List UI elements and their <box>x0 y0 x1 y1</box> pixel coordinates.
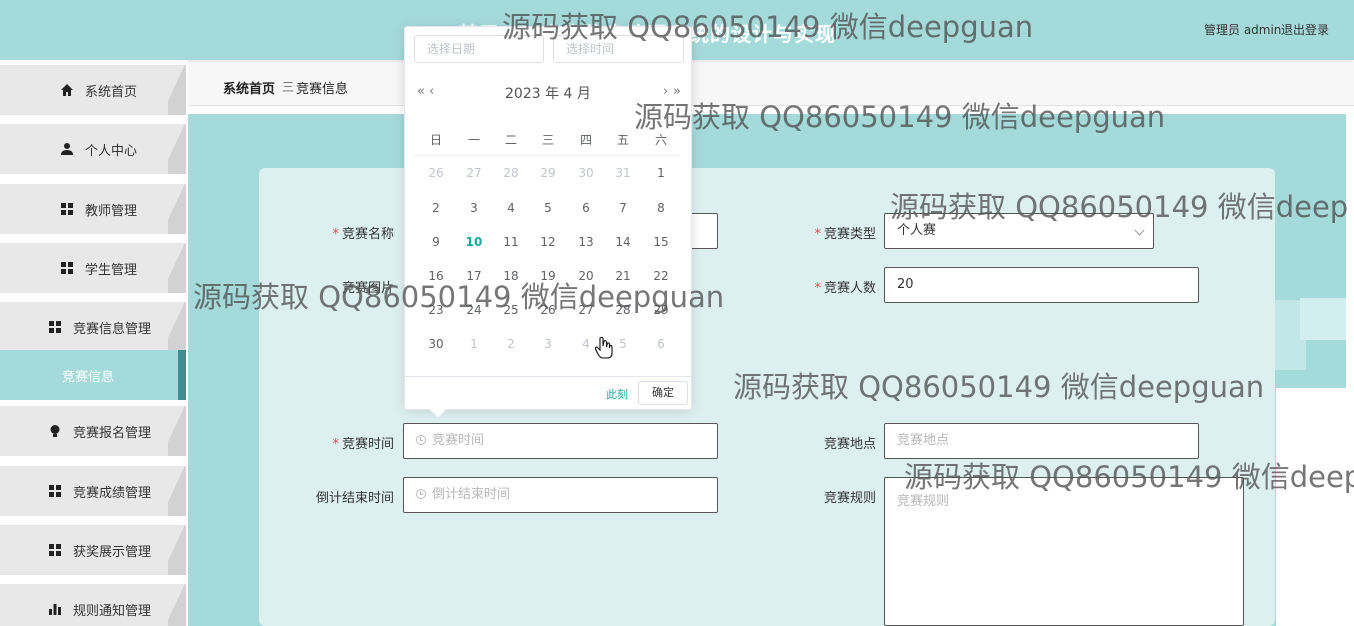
bulb-icon <box>50 425 60 437</box>
sidebar-item-scores[interactable]: 竞赛成绩管理 <box>0 466 186 516</box>
sidebar-item-teachers[interactable]: 教师管理 <box>0 184 186 234</box>
competition-count-input[interactable]: 20 <box>884 267 1199 303</box>
user-icon <box>61 143 73 155</box>
sidebar-item-label: 教师管理 <box>85 204 138 219</box>
picker-day-cell[interactable]: 9 <box>421 235 451 249</box>
picker-day-cell[interactable]: 3 <box>459 201 489 215</box>
picker-weekday: 一 <box>467 133 480 147</box>
picker-day-cell[interactable]: 1 <box>459 337 489 351</box>
picker-ok-button[interactable]: 确定 <box>638 381 688 405</box>
competition-count-label: * 竞赛人数 <box>814 281 876 296</box>
sidebar-item-label: 竞赛信息管理 <box>73 322 152 337</box>
logout-link[interactable]: 退出登录 <box>1281 21 1329 38</box>
watermark: 源码获取 QQ86050149 微信deep <box>904 460 1354 494</box>
picker-day-cell[interactable]: 28 <box>496 166 526 180</box>
current-user: 管理员 admin <box>1204 23 1282 37</box>
sidebar-item-label: 获奖展示管理 <box>73 545 152 560</box>
sidebar-item-awards[interactable]: 获奖展示管理 <box>0 525 186 575</box>
competition-place-label: 竞赛地点 <box>823 437 876 452</box>
sidebar-subitem-competition[interactable]: 竞赛信息 <box>0 350 186 400</box>
breadcrumb-separator: 三 <box>282 80 295 94</box>
background-decoration <box>1300 298 1346 340</box>
sidebar-item-label: 规则通知管理 <box>73 604 152 619</box>
home-icon <box>61 84 73 96</box>
sidebar-item-label: 系统首页 <box>85 85 138 100</box>
sidebar-item-label: 竞赛报名管理 <box>73 426 152 441</box>
picker-day-cell[interactable]: 10 <box>459 235 489 249</box>
sidebar-item-competition-info[interactable]: 竞赛信息管理 <box>0 302 186 352</box>
watermark: 源码获取 QQ86050149 微信deepguan <box>193 280 725 314</box>
competition-type-label: * 竞赛类型 <box>814 227 876 242</box>
clock-icon <box>416 435 426 445</box>
sidebar-item-label: 学生管理 <box>85 263 138 278</box>
background-decoration <box>1276 388 1346 626</box>
sidebar-item-registration[interactable]: 竞赛报名管理 <box>0 406 186 456</box>
grid-icon <box>61 203 73 215</box>
picker-weekday: 二 <box>504 133 517 147</box>
picker-divider <box>414 155 680 156</box>
hand-cursor-icon <box>594 336 613 359</box>
picker-day-cell[interactable]: 3 <box>533 337 563 351</box>
sidebar-item-label: 个人中心 <box>85 144 138 159</box>
picker-day-cell[interactable]: 11 <box>496 235 526 249</box>
competition-time-input[interactable]: 竞赛时间 <box>403 423 718 459</box>
breadcrumb-home[interactable]: 系统首页 <box>223 78 275 97</box>
competition-time-label: * 竞赛时间 <box>332 437 394 452</box>
watermark: 源码获取 QQ86050149 微信deepguan <box>634 100 1166 134</box>
picker-day-cell[interactable]: 2 <box>496 337 526 351</box>
watermark: 源码获取 QQ86050149 微信deep <box>890 190 1349 224</box>
sidebar-item-profile[interactable]: 个人中心 <box>0 124 186 174</box>
picker-day-cell[interactable]: 1 <box>646 166 676 180</box>
datetime-picker: 选择日期 选择时间 « ‹ 2023 年 4 月 › » <box>404 26 692 410</box>
picker-day-cell[interactable]: 2 <box>421 201 451 215</box>
grid-icon <box>49 485 61 497</box>
grid-icon <box>61 262 73 274</box>
watermark: 源码获取 QQ86050149 微信deepguan <box>502 10 1034 44</box>
picker-day-cell[interactable]: 31 <box>608 166 638 180</box>
competition-rules-label: 竞赛规则 <box>823 491 876 506</box>
picker-now-button[interactable]: 此刻 <box>606 386 628 402</box>
picker-day-cell[interactable]: 30 <box>421 337 451 351</box>
picker-day-cell[interactable]: 4 <box>496 201 526 215</box>
sidebar-item-label: 竞赛成绩管理 <box>73 486 152 501</box>
grid-icon <box>49 544 61 556</box>
sidebar: 系统首页 个人中心 教师管理 学生管理 竞赛信息管理 竞赛信息 竞赛报名管理 竞… <box>0 60 188 626</box>
sidebar-item-home[interactable]: 系统首页 <box>0 65 186 115</box>
picker-day-cell[interactable]: 29 <box>533 166 563 180</box>
picker-day-cell[interactable]: 8 <box>646 201 676 215</box>
picker-year-month[interactable]: 2023 年 4 月 <box>505 83 591 103</box>
prev-month-icon[interactable]: ‹ <box>429 84 434 99</box>
picker-day-cell[interactable]: 26 <box>421 166 451 180</box>
countdown-end-label: 倒计结束时间 <box>315 491 394 506</box>
picker-weekday: 四 <box>579 133 592 147</box>
picker-day-cell[interactable]: 12 <box>533 235 563 249</box>
bar-chart-icon <box>49 604 61 615</box>
sidebar-item-rules[interactable]: 规则通知管理 <box>0 584 186 626</box>
picker-day-cell[interactable]: 13 <box>571 235 601 249</box>
watermark: 源码获取 QQ86050149 微信deepguan <box>733 370 1265 404</box>
picker-day-cell[interactable]: 15 <box>646 235 676 249</box>
picker-day-cell[interactable]: 30 <box>571 166 601 180</box>
picker-footer-divider <box>404 376 692 377</box>
picker-day-cell[interactable]: 27 <box>459 166 489 180</box>
picker-day-cell[interactable]: 5 <box>533 201 563 215</box>
picker-day-cell[interactable]: 6 <box>646 337 676 351</box>
picker-weekday: 三 <box>541 133 554 147</box>
grid-icon <box>49 321 61 333</box>
picker-day-cell[interactable]: 6 <box>571 201 601 215</box>
countdown-end-input[interactable]: 倒计结束时间 <box>403 477 718 513</box>
competition-rules-textarea[interactable]: 竞赛规则 <box>884 477 1244 626</box>
breadcrumb-current: 竞赛信息 <box>296 82 349 97</box>
sidebar-item-students[interactable]: 学生管理 <box>0 243 186 293</box>
clock-icon <box>416 489 426 499</box>
prev-year-icon[interactable]: « <box>417 84 425 99</box>
chevron-down-icon <box>1134 225 1145 236</box>
competition-name-label: * 竞赛名称 <box>332 227 394 242</box>
picker-weekday: 日 <box>429 133 442 147</box>
picker-day-cell[interactable]: 7 <box>608 201 638 215</box>
picker-day-cell[interactable]: 14 <box>608 235 638 249</box>
sidebar-subitem-label: 竞赛信息 <box>62 370 115 385</box>
